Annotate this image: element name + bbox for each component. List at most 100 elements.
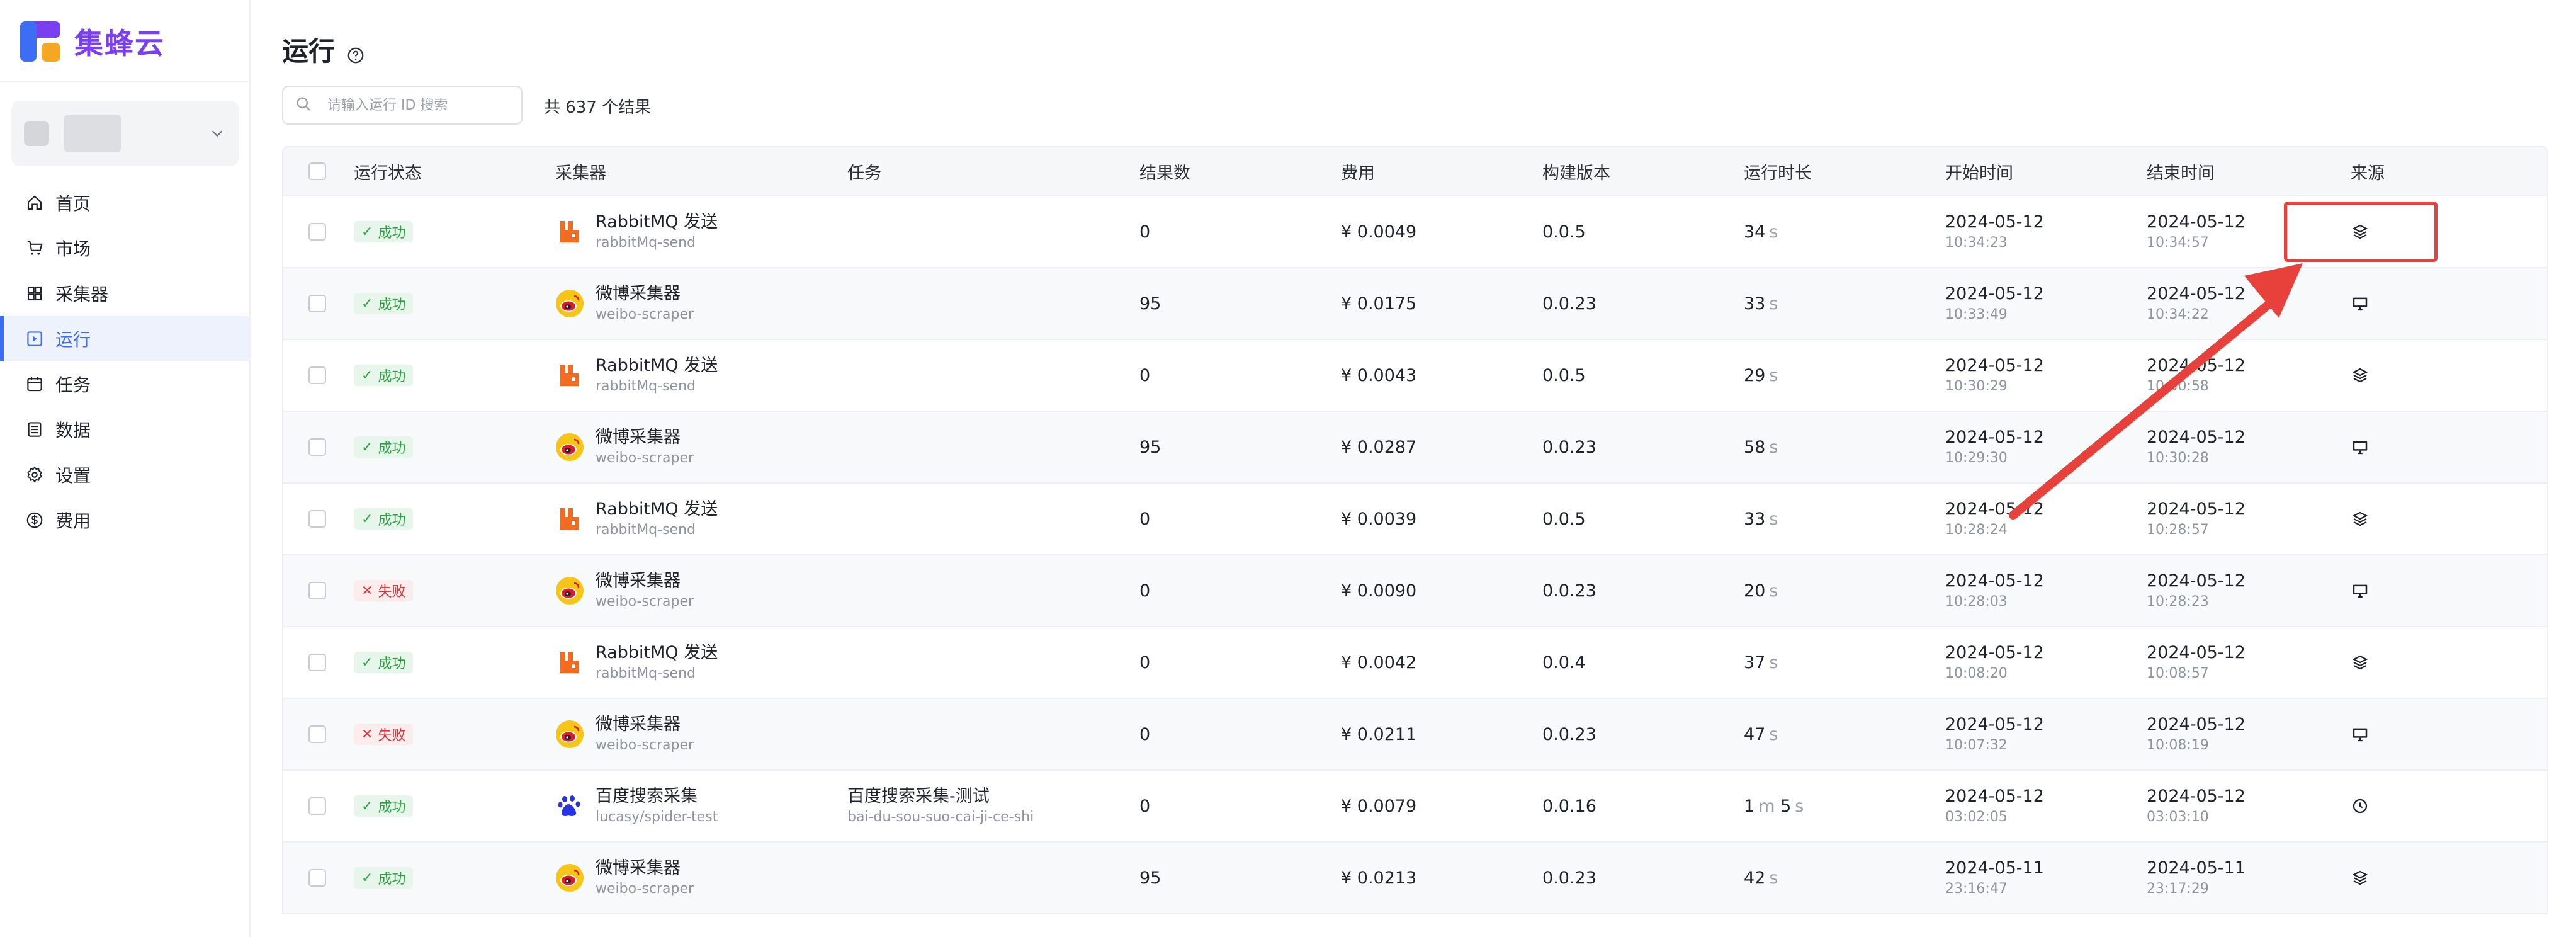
scraper-name[interactable]: 微博采集器 [596,570,694,593]
table-row[interactable]: ✓ 成功 RabbitMQ 发送 rabbitMq-send 0 ¥ 0.0039 0.0.… [282,484,2548,555]
weibo-icon [555,576,584,605]
sidebar-item-label: 设置 [55,465,91,486]
start-time: 2024-05-12 03:02:05 [1945,785,2147,827]
table-row[interactable]: ✓ 成功 微博采集器 weibo-scraper 95 ¥ 0.0287 0.0.23 58 s… [282,412,2548,484]
table-row[interactable]: ✓ 成功 RabbitMQ 发送 rabbitMq-send 0 ¥ 0.0042 0.0.… [282,627,2548,699]
cost-value: ¥ 0.0079 [1341,796,1417,816]
row-checkbox[interactable] [308,869,326,887]
monitor-icon[interactable] [2348,725,2537,744]
scraper-id: rabbitMq-send [596,378,696,394]
divider [0,81,249,82]
scraper-name[interactable]: RabbitMQ 发送 [596,642,718,664]
start-clock: 10:34:23 [1945,235,2008,251]
results-count: 95 [1139,437,1161,457]
row-checkbox[interactable] [308,295,326,312]
sidebar-item-7[interactable]: 费用 [0,497,251,543]
end-clock: 10:30:58 [2147,378,2209,394]
scraper-name[interactable]: 百度搜索采集 [596,785,718,808]
end-time: 2024-05-12 10:30:28 [2147,426,2348,468]
row-checkbox[interactable] [308,582,326,599]
monitor-icon[interactable] [2348,294,2537,313]
status-label: 成功 [378,297,406,314]
column-header: 来源 [2351,163,2385,183]
duration-unit: s [1769,724,1778,744]
layers-icon[interactable] [2348,653,2537,672]
row-checkbox[interactable] [308,797,326,815]
table-row[interactable]: ✓ 成功 微博采集器 weibo-scraper 95 ¥ 0.0175 0.0.23 33 s… [282,268,2548,340]
start-clock: 10:29:30 [1945,450,2008,466]
status-label: 成功 [378,656,406,673]
cost-value: ¥ 0.0039 [1341,509,1417,529]
scraper-cell[interactable]: 微博采集器 weibo-scraper [555,857,847,899]
table-row[interactable]: ✓ 成功 微博采集器 weibo-scraper 95 ¥ 0.0213 0.0.23 42 s… [282,843,2548,914]
scraper-cell[interactable]: RabbitMQ 发送 rabbitMq-send [555,355,847,396]
status-label: 失败 [378,584,406,601]
end-date: 2024-05-12 [2147,715,2246,734]
scraper-name[interactable]: 微博采集器 [596,857,694,880]
layers-icon[interactable] [2348,222,2537,241]
end-time: 2024-05-12 10:28:57 [2147,498,2348,540]
row-checkbox[interactable] [308,438,326,456]
scraper-cell[interactable]: 微博采集器 weibo-scraper [555,570,847,611]
scraper-cell[interactable]: 微博采集器 weibo-scraper [555,426,847,468]
start-clock: 10:33:49 [1945,307,2008,322]
scraper-cell[interactable]: RabbitMQ 发送 rabbitMq-send [555,211,847,253]
sidebar-item-0[interactable]: 首页 [0,180,251,225]
scraper-name[interactable]: 微博采集器 [596,426,694,449]
monitor-icon[interactable] [2348,581,2537,600]
sidebar-item-label: 首页 [55,193,91,214]
sidebar-item-6[interactable]: 设置 [0,452,251,497]
sidebar-item-3[interactable]: 运行 [0,316,251,361]
search-field[interactable] [282,86,523,125]
sidebar-item-1[interactable]: 市场 [0,225,251,271]
help-icon[interactable] [346,40,365,63]
cost-value: ¥ 0.0090 [1341,581,1417,601]
duration: 58 s [1744,438,1945,457]
row-checkbox[interactable] [308,725,326,743]
logo[interactable]: 集蜂云 [19,16,165,67]
row-checkbox[interactable] [308,654,326,671]
layers-icon[interactable] [2348,366,2537,385]
workspace-switcher[interactable] [11,101,239,166]
duration-unit: s [1769,365,1778,385]
task-cell[interactable]: 百度搜索采集-测试 bai-du-sou-suo-cai-ji-ce-shi [847,785,1139,827]
table-row[interactable]: ✕ 失败 微博采集器 weibo-scraper 0 ¥ 0.0211 0.0.23 47 s 2… [282,699,2548,771]
start-clock: 10:28:24 [1945,522,2008,538]
scraper-cell[interactable]: 百度搜索采集 lucasy/spider-test [555,785,847,827]
scraper-cell[interactable]: 微博采集器 weibo-scraper [555,283,847,324]
clock-icon[interactable] [2348,797,2537,815]
runs-table: 运行状态 采集器 任务 结果数 费用 构建版本 运行时长 开始时间 结束时间 来源 ✓ 成功 Rabb… [282,146,2548,914]
list-icon [25,420,44,439]
select-all-checkbox[interactable] [308,162,326,180]
scraper-cell[interactable]: 微博采集器 weibo-scraper [555,713,847,755]
end-clock: 10:34:22 [2147,307,2209,322]
table-row[interactable]: ✓ 成功 RabbitMQ 发送 rabbitMq-send 0 ¥ 0.0043 0.0.… [282,340,2548,412]
build-version: 0.0.5 [1542,222,1586,242]
table-row[interactable]: ✓ 成功 百度搜索采集 lucasy/spider-test 百度搜索采集-测试 bai-… [282,771,2548,843]
layers-icon[interactable] [2348,509,2537,528]
scraper-name[interactable]: RabbitMQ 发送 [596,498,718,521]
dollar-icon [25,511,44,530]
end-time: 2024-05-12 03:03:10 [2147,785,2348,827]
row-checkbox[interactable] [308,223,326,241]
monitor-icon[interactable] [2348,438,2537,457]
scraper-cell[interactable]: RabbitMQ 发送 rabbitMq-send [555,642,847,683]
scraper-name[interactable]: 微博采集器 [596,283,694,305]
row-checkbox[interactable] [308,366,326,384]
table-row[interactable]: ✓ 成功 RabbitMQ 发送 rabbitMq-send 0 ¥ 0.0049 0.0.… [282,196,2548,268]
layers-icon[interactable] [2348,868,2537,887]
scraper-name[interactable]: 微博采集器 [596,713,694,736]
sidebar-item-5[interactable]: 数据 [0,407,251,452]
table-row[interactable]: ✕ 失败 微博采集器 weibo-scraper 0 ¥ 0.0090 0.0.23 20 s 2… [282,555,2548,627]
status-label: 成功 [378,225,406,242]
row-checkbox[interactable] [308,510,326,528]
cost-value: ¥ 0.0211 [1341,724,1417,744]
sidebar-item-4[interactable]: 任务 [0,361,251,407]
scraper-cell[interactable]: RabbitMQ 发送 rabbitMq-send [555,498,847,540]
scraper-name[interactable]: RabbitMQ 发送 [596,211,718,234]
search-input[interactable] [326,96,515,114]
scraper-name[interactable]: RabbitMQ 发送 [596,355,718,377]
sidebar-item-label: 数据 [55,420,91,441]
column-header: 结束时间 [2147,163,2215,183]
sidebar-item-2[interactable]: 采集器 [0,271,251,316]
